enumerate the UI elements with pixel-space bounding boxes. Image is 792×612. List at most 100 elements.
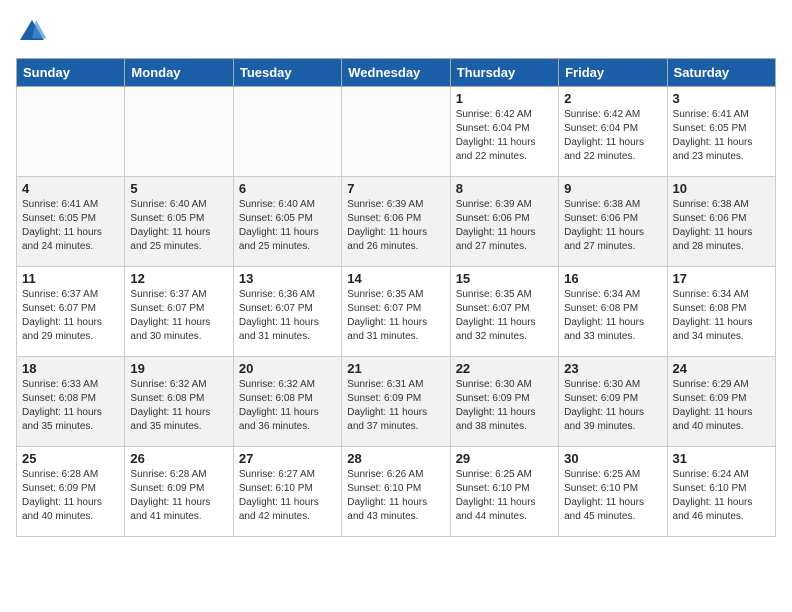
logo-icon xyxy=(16,16,48,48)
cell-sun-info: Sunrise: 6:39 AMSunset: 6:06 PMDaylight:… xyxy=(347,198,444,254)
calendar-cell xyxy=(17,87,125,177)
calendar-cell: 19 Sunrise: 6:32 AMSunset: 6:08 PMDayligh… xyxy=(125,357,233,447)
cell-sun-info: Sunrise: 6:28 AMSunset: 6:09 PMDaylight:… xyxy=(130,468,227,524)
cell-date-number: 10 xyxy=(673,181,770,196)
calendar-cell: 4 Sunrise: 6:41 AMSunset: 6:05 PMDaylight… xyxy=(17,177,125,267)
cell-sun-info: Sunrise: 6:42 AMSunset: 6:04 PMDaylight:… xyxy=(564,108,661,164)
calendar-cell: 15 Sunrise: 6:35 AMSunset: 6:07 PMDayligh… xyxy=(450,267,558,357)
cell-date-number: 31 xyxy=(673,451,770,466)
page-header xyxy=(16,16,776,48)
cell-date-number: 23 xyxy=(564,361,661,376)
cell-date-number: 8 xyxy=(456,181,553,196)
calendar-cell: 28 Sunrise: 6:26 AMSunset: 6:10 PMDayligh… xyxy=(342,447,450,537)
calendar-cell: 24Sunrise: 6:29 AMSunset: 6:09 PMDayligh… xyxy=(667,357,775,447)
cell-date-number: 30 xyxy=(564,451,661,466)
calendar-cell: 2 Sunrise: 6:42 AMSunset: 6:04 PMDaylight… xyxy=(559,87,667,177)
calendar-cell: 11 Sunrise: 6:37 AMSunset: 6:07 PMDayligh… xyxy=(17,267,125,357)
cell-date-number: 12 xyxy=(130,271,227,286)
cell-sun-info: Sunrise: 6:25 AMSunset: 6:10 PMDaylight:… xyxy=(456,468,553,524)
weekday-header-saturday: Saturday xyxy=(667,59,775,87)
cell-sun-info: Sunrise: 6:41 AMSunset: 6:05 PMDaylight:… xyxy=(673,108,770,164)
cell-sun-info: Sunrise: 6:25 AMSunset: 6:10 PMDaylight:… xyxy=(564,468,661,524)
cell-sun-info: Sunrise: 6:32 AMSunset: 6:08 PMDaylight:… xyxy=(239,378,336,434)
cell-date-number: 19 xyxy=(130,361,227,376)
calendar-week-row: 18 Sunrise: 6:33 AMSunset: 6:08 PMDayligh… xyxy=(17,357,776,447)
cell-sun-info: Sunrise: 6:26 AMSunset: 6:10 PMDaylight:… xyxy=(347,468,444,524)
cell-sun-info: Sunrise: 6:30 AMSunset: 6:09 PMDaylight:… xyxy=(456,378,553,434)
calendar-cell: 8 Sunrise: 6:39 AMSunset: 6:06 PMDaylight… xyxy=(450,177,558,267)
cell-sun-info: Sunrise: 6:31 AMSunset: 6:09 PMDaylight:… xyxy=(347,378,444,434)
cell-date-number: 25 xyxy=(22,451,119,466)
calendar-cell: 5 Sunrise: 6:40 AMSunset: 6:05 PMDaylight… xyxy=(125,177,233,267)
cell-date-number: 3 xyxy=(673,91,770,106)
cell-date-number: 17 xyxy=(673,271,770,286)
cell-sun-info: Sunrise: 6:41 AMSunset: 6:05 PMDaylight:… xyxy=(22,198,119,254)
cell-sun-info: Sunrise: 6:34 AMSunset: 6:08 PMDaylight:… xyxy=(673,288,770,344)
cell-sun-info: Sunrise: 6:34 AMSunset: 6:08 PMDaylight:… xyxy=(564,288,661,344)
cell-date-number: 18 xyxy=(22,361,119,376)
weekday-header-row: SundayMondayTuesdayWednesdayThursdayFrid… xyxy=(17,59,776,87)
cell-date-number: 5 xyxy=(130,181,227,196)
weekday-header-sunday: Sunday xyxy=(17,59,125,87)
cell-date-number: 1 xyxy=(456,91,553,106)
logo xyxy=(16,16,52,48)
cell-sun-info: Sunrise: 6:37 AMSunset: 6:07 PMDaylight:… xyxy=(22,288,119,344)
calendar-cell xyxy=(233,87,341,177)
calendar-cell: 7Sunrise: 6:39 AMSunset: 6:06 PMDaylight… xyxy=(342,177,450,267)
weekday-header-monday: Monday xyxy=(125,59,233,87)
cell-sun-info: Sunrise: 6:35 AMSunset: 6:07 PMDaylight:… xyxy=(456,288,553,344)
cell-date-number: 20 xyxy=(239,361,336,376)
calendar-cell: 20 Sunrise: 6:32 AMSunset: 6:08 PMDayligh… xyxy=(233,357,341,447)
cell-sun-info: Sunrise: 6:32 AMSunset: 6:08 PMDaylight:… xyxy=(130,378,227,434)
cell-date-number: 22 xyxy=(456,361,553,376)
calendar-cell: 21 Sunrise: 6:31 AMSunset: 6:09 PMDayligh… xyxy=(342,357,450,447)
cell-sun-info: Sunrise: 6:38 AMSunset: 6:06 PMDaylight:… xyxy=(564,198,661,254)
cell-date-number: 6 xyxy=(239,181,336,196)
cell-sun-info: Sunrise: 6:40 AMSunset: 6:05 PMDaylight:… xyxy=(130,198,227,254)
calendar-cell: 12 Sunrise: 6:37 AMSunset: 6:07 PMDayligh… xyxy=(125,267,233,357)
cell-date-number: 11 xyxy=(22,271,119,286)
cell-date-number: 13 xyxy=(239,271,336,286)
cell-date-number: 9 xyxy=(564,181,661,196)
calendar-cell: 14 Sunrise: 6:35 AMSunset: 6:07 PMDayligh… xyxy=(342,267,450,357)
cell-date-number: 28 xyxy=(347,451,444,466)
weekday-header-thursday: Thursday xyxy=(450,59,558,87)
calendar-cell: 3 Sunrise: 6:41 AMSunset: 6:05 PMDaylight… xyxy=(667,87,775,177)
cell-date-number: 16 xyxy=(564,271,661,286)
cell-date-number: 14 xyxy=(347,271,444,286)
calendar-cell: 22 Sunrise: 6:30 AMSunset: 6:09 PMDayligh… xyxy=(450,357,558,447)
calendar-cell: 30 Sunrise: 6:25 AMSunset: 6:10 PMDayligh… xyxy=(559,447,667,537)
calendar-week-row: 4 Sunrise: 6:41 AMSunset: 6:05 PMDaylight… xyxy=(17,177,776,267)
cell-date-number: 4 xyxy=(22,181,119,196)
calendar-week-row: 1 Sunrise: 6:42 AMSunset: 6:04 PMDaylight… xyxy=(17,87,776,177)
cell-sun-info: Sunrise: 6:28 AMSunset: 6:09 PMDaylight:… xyxy=(22,468,119,524)
cell-sun-info: Sunrise: 6:27 AMSunset: 6:10 PMDaylight:… xyxy=(239,468,336,524)
calendar-cell: 13 Sunrise: 6:36 AMSunset: 6:07 PMDayligh… xyxy=(233,267,341,357)
calendar-cell: 6Sunrise: 6:40 AMSunset: 6:05 PMDaylight… xyxy=(233,177,341,267)
weekday-header-tuesday: Tuesday xyxy=(233,59,341,87)
cell-date-number: 15 xyxy=(456,271,553,286)
calendar-cell: 10 Sunrise: 6:38 AMSunset: 6:06 PMDayligh… xyxy=(667,177,775,267)
cell-sun-info: Sunrise: 6:33 AMSunset: 6:08 PMDaylight:… xyxy=(22,378,119,434)
cell-sun-info: Sunrise: 6:38 AMSunset: 6:06 PMDaylight:… xyxy=(673,198,770,254)
cell-date-number: 21 xyxy=(347,361,444,376)
cell-date-number: 2 xyxy=(564,91,661,106)
cell-date-number: 24 xyxy=(673,361,770,376)
cell-sun-info: Sunrise: 6:39 AMSunset: 6:06 PMDaylight:… xyxy=(456,198,553,254)
cell-date-number: 27 xyxy=(239,451,336,466)
cell-sun-info: Sunrise: 6:30 AMSunset: 6:09 PMDaylight:… xyxy=(564,378,661,434)
cell-sun-info: Sunrise: 6:37 AMSunset: 6:07 PMDaylight:… xyxy=(130,288,227,344)
weekday-header-wednesday: Wednesday xyxy=(342,59,450,87)
cell-sun-info: Sunrise: 6:42 AMSunset: 6:04 PMDaylight:… xyxy=(456,108,553,164)
weekday-header-friday: Friday xyxy=(559,59,667,87)
calendar-cell: 1 Sunrise: 6:42 AMSunset: 6:04 PMDaylight… xyxy=(450,87,558,177)
cell-sun-info: Sunrise: 6:36 AMSunset: 6:07 PMDaylight:… xyxy=(239,288,336,344)
cell-sun-info: Sunrise: 6:35 AMSunset: 6:07 PMDaylight:… xyxy=(347,288,444,344)
calendar-cell: 23 Sunrise: 6:30 AMSunset: 6:09 PMDayligh… xyxy=(559,357,667,447)
calendar-cell: 25 Sunrise: 6:28 AMSunset: 6:09 PMDayligh… xyxy=(17,447,125,537)
cell-date-number: 29 xyxy=(456,451,553,466)
cell-sun-info: Sunrise: 6:24 AMSunset: 6:10 PMDaylight:… xyxy=(673,468,770,524)
calendar-cell: 16 Sunrise: 6:34 AMSunset: 6:08 PMDayligh… xyxy=(559,267,667,357)
calendar-cell xyxy=(342,87,450,177)
calendar-cell: 17 Sunrise: 6:34 AMSunset: 6:08 PMDayligh… xyxy=(667,267,775,357)
